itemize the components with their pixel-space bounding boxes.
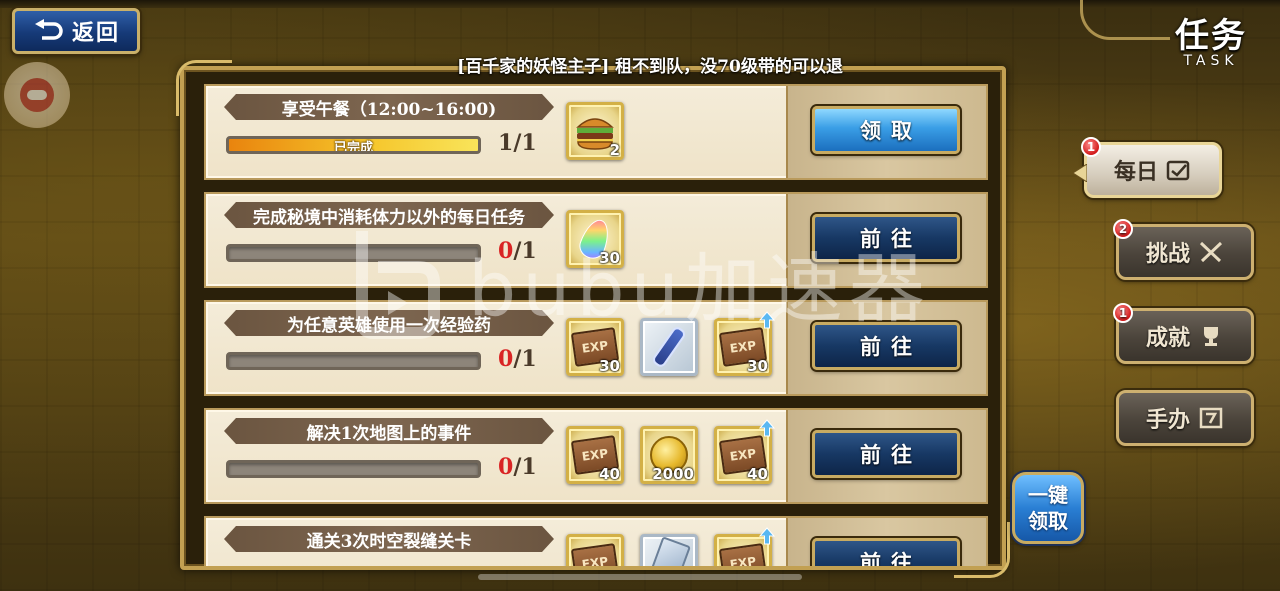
upgrade-arrow-icon xyxy=(758,527,776,545)
scroll-card-icon xyxy=(647,536,691,566)
task-count: 0/1 xyxy=(498,454,548,484)
reward-qty: 2000 xyxy=(652,465,694,483)
task-row: 为任意英雄使用一次经验药 0/1 EXP 30 EXP 30 前往 xyxy=(204,300,988,396)
notification-badge: 1 xyxy=(1081,137,1101,157)
active-tab-arrow-icon xyxy=(1072,162,1088,183)
reward-qty: 2 xyxy=(609,141,620,159)
upgrade-arrow-icon xyxy=(758,419,776,437)
count-total: /1 xyxy=(513,130,537,156)
back-button[interactable]: 返回 xyxy=(12,8,140,54)
go-button[interactable]: 前往 xyxy=(812,430,960,478)
reward-item[interactable] xyxy=(640,534,698,566)
exp-ticket-up-icon: EXP xyxy=(718,543,768,566)
announcement-text: [百千家的妖怪主子] 租不到队，没70级带的可以退 xyxy=(457,57,843,77)
trophy-icon xyxy=(1198,325,1224,347)
task-row: 通关3次时空裂缝关卡 EXP EXP 前往 xyxy=(204,516,988,566)
avatar-character-icon xyxy=(20,78,54,112)
notification-badge: 1 xyxy=(1113,303,1133,323)
reward-item[interactable]: EXP 30 xyxy=(714,311,776,376)
notification-badge: 2 xyxy=(1113,219,1133,239)
figure-box-icon xyxy=(1198,407,1224,429)
progress-bar: 已完成 xyxy=(226,136,481,154)
progress-bar xyxy=(226,352,481,370)
reward-qty: 40 xyxy=(599,465,620,483)
scroll-indicator[interactable] xyxy=(478,574,802,580)
reward-qty: 30 xyxy=(599,249,620,267)
task-title: 享受午餐（12:00~16:00) xyxy=(224,94,554,120)
task-title: 通关3次时空裂缝关卡 xyxy=(224,526,554,552)
reward-item[interactable]: EXP 40 xyxy=(566,426,624,484)
tab-daily[interactable]: 1 每日 xyxy=(1072,137,1222,198)
page-title-en: TASK xyxy=(1183,53,1239,69)
tab-label: 挑战 xyxy=(1145,241,1190,267)
return-arrow-icon xyxy=(32,19,64,43)
tab-label: 手办 xyxy=(1145,407,1190,433)
reward-item[interactable]: 2 xyxy=(566,102,624,160)
count-total: /1 xyxy=(513,238,537,264)
upgrade-arrow-icon xyxy=(758,311,776,329)
task-count: 1/1 xyxy=(498,130,548,160)
reward-item[interactable]: EXP xyxy=(714,527,776,566)
count-current: 0 xyxy=(498,238,514,264)
back-label: 返回 xyxy=(71,20,120,46)
count-total: /1 xyxy=(513,346,537,372)
tab-figures[interactable]: 手办 xyxy=(1116,390,1254,446)
crossed-swords-icon xyxy=(1198,241,1224,263)
potion-icon xyxy=(650,324,688,370)
task-title: 解决1次地图上的事件 xyxy=(224,418,554,444)
task-row: 解决1次地图上的事件 0/1 EXP 40 2000 EXP 40 前往 xyxy=(204,408,988,504)
reward-item[interactable] xyxy=(640,318,698,376)
go-button[interactable]: 前往 xyxy=(812,538,960,566)
go-button[interactable]: 前往 xyxy=(812,214,960,262)
task-panel: 享受午餐（12:00~16:00) 已完成 1/1 2 领取 完成秘境中消耗体力… xyxy=(180,66,1006,570)
reward-qty: 40 xyxy=(747,465,768,483)
claim-all-line2: 领取 xyxy=(1028,509,1068,533)
reward-item[interactable]: 30 xyxy=(566,210,624,268)
count-current: 1 xyxy=(498,130,514,156)
claim-all-button[interactable]: 一键 领取 xyxy=(1012,472,1084,544)
tab-challenge[interactable]: 2 挑战 xyxy=(1113,219,1254,280)
reward-item[interactable]: EXP 30 xyxy=(566,318,624,376)
reward-item[interactable]: 2000 xyxy=(640,426,698,484)
page-title: 任务 TASK xyxy=(1156,8,1266,69)
claim-button[interactable]: 领取 xyxy=(812,106,960,154)
progress-label: 已完成 xyxy=(333,141,373,154)
progress-bar xyxy=(226,460,481,478)
reward-qty: 30 xyxy=(599,357,620,375)
claim-all-line1: 一键 xyxy=(1028,483,1068,507)
task-count: 0/1 xyxy=(498,238,548,268)
task-count: 0/1 xyxy=(498,346,548,376)
count-current: 0 xyxy=(498,346,514,372)
avatar[interactable] xyxy=(4,62,70,128)
panel-corner-ornament xyxy=(954,522,1010,578)
task-row: 享受午餐（12:00~16:00) 已完成 1/1 2 领取 xyxy=(204,84,988,180)
reward-item[interactable]: EXP xyxy=(566,534,624,566)
task-title: 为任意英雄使用一次经验药 xyxy=(224,310,554,336)
task-title: 完成秘境中消耗体力以外的每日任务 xyxy=(224,202,554,228)
go-button[interactable]: 前往 xyxy=(812,322,960,370)
progress-bar xyxy=(226,244,481,262)
reward-qty: 30 xyxy=(747,357,768,375)
reward-item[interactable]: EXP 40 xyxy=(714,419,776,484)
calendar-icon xyxy=(1166,159,1192,181)
exp-ticket-icon: EXP xyxy=(570,543,620,566)
panel-corner-ornament xyxy=(176,60,232,116)
count-current: 0 xyxy=(498,454,514,480)
page-title-zh: 任务 xyxy=(1175,16,1247,56)
count-total: /1 xyxy=(513,454,537,480)
tab-label: 每日 xyxy=(1113,159,1158,185)
tab-achievement[interactable]: 1 成就 xyxy=(1113,303,1254,364)
task-row: 完成秘境中消耗体力以外的每日任务 0/1 30 前往 xyxy=(204,192,988,288)
tab-label: 成就 xyxy=(1145,325,1190,351)
